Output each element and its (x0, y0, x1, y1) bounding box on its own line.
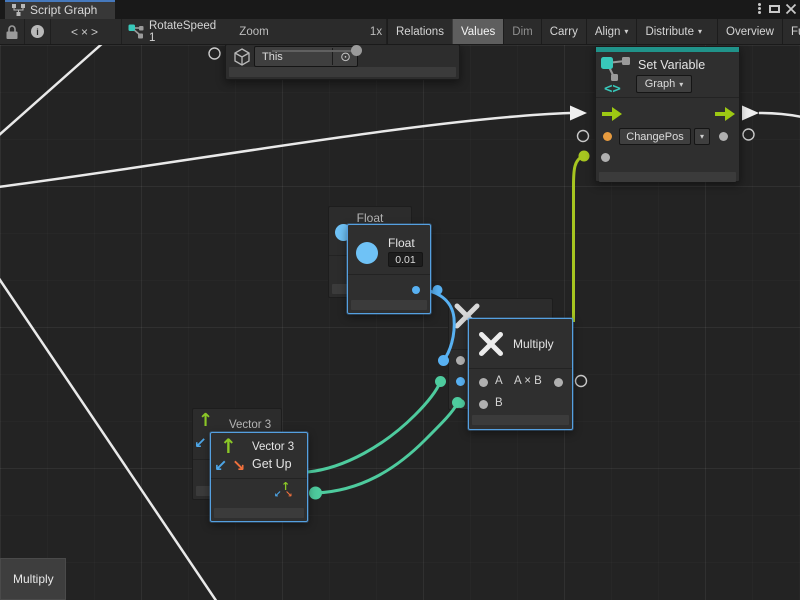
node-title: Vector 3 (229, 419, 271, 431)
breadcrumb[interactable]: RotateSpeed 1 (149, 19, 219, 44)
node-title: Float (388, 236, 415, 250)
set-variable-node[interactable]: <> Set Variable Graph ▾ ChangePos ▾ (595, 46, 740, 182)
input-port-a[interactable] (479, 378, 488, 387)
control-out-arrow[interactable] (715, 107, 735, 121)
node-accent-strip (596, 47, 739, 52)
overview-button[interactable]: Overview (717, 19, 782, 44)
input-port-b[interactable] (479, 400, 488, 409)
multiply-tooltip: Multiply (0, 558, 66, 600)
arrow-up-icon: ↑ (198, 412, 213, 430)
control-in-arrow[interactable] (602, 107, 622, 121)
fullscreen-button[interactable]: Full Screen (782, 19, 800, 44)
script-machine-icon (128, 24, 144, 40)
align-dropdown[interactable]: Align ▾ (586, 19, 637, 44)
info-icon: i (31, 25, 44, 38)
tab-bar: Script Graph (0, 0, 800, 19)
variable-output-port[interactable] (719, 132, 728, 141)
set-variable-icon: <> (601, 55, 633, 95)
port-label-a: A (495, 375, 503, 387)
info-button[interactable]: i (25, 19, 50, 44)
close-icon[interactable] (785, 3, 797, 15)
node-footer (214, 508, 304, 518)
relations-button[interactable]: Relations (387, 19, 452, 44)
arrow-up-icon: ↑ (220, 436, 237, 456)
zoom-slider-handle[interactable] (351, 45, 362, 56)
node-footer (229, 67, 456, 77)
variable-name-port[interactable] (603, 132, 612, 141)
distribute-dropdown[interactable]: Distribute ▾ (636, 19, 710, 44)
node-title: Set Variable (638, 58, 705, 72)
variable-name: ChangePos (626, 131, 684, 143)
graph-icon (12, 4, 25, 16)
variable-scope-dropdown[interactable]: Graph ▾ (636, 75, 692, 93)
node-footer (599, 172, 736, 182)
arrow-down-right-icon: ↘ (232, 458, 245, 474)
node-footer (472, 415, 569, 425)
cube-icon (233, 48, 251, 66)
this-field-value: This (262, 51, 283, 63)
multiply-node[interactable]: Multiply A A × B B (468, 318, 573, 430)
divider (469, 368, 572, 369)
input-port-a[interactable] (456, 356, 465, 365)
input-port-connected-vector[interactable] (456, 399, 465, 408)
node-subtitle: Get Up (252, 457, 292, 471)
toolbar-separator (121, 19, 122, 44)
divider (348, 274, 430, 275)
lock-icon (5, 24, 19, 40)
chevron-down-icon: ▾ (700, 132, 704, 141)
output-port[interactable] (554, 378, 563, 387)
float-value: 0.01 (395, 254, 415, 266)
divider (596, 97, 739, 98)
tab-label: Script Graph (30, 3, 97, 17)
vector3-get-up-node[interactable]: ↑ ↙ ↘ Vector 3 Get Up ↑ ↙ ↘ (210, 432, 308, 522)
divider (211, 478, 307, 479)
mini-arrow-down-left-icon: ↙ (274, 491, 282, 500)
node-footer (351, 300, 427, 310)
tab-script-graph[interactable]: Script Graph (5, 0, 115, 19)
chevron-down-icon: ▾ (624, 27, 628, 36)
kebab-menu-icon[interactable] (753, 2, 765, 17)
tooltip-label: Multiply (13, 572, 54, 586)
target-picker-icon[interactable]: ⊙ (340, 50, 351, 65)
dim-button[interactable]: Dim (503, 19, 540, 44)
graph-toolbar: i <×> RotateSpeed 1 Zoom 1x Relations Va… (0, 19, 800, 45)
mini-arrow-down-right-icon: ↘ (285, 491, 293, 500)
node-title: Vector 3 (252, 441, 294, 453)
port-label-b: B (495, 397, 503, 409)
float-value-field[interactable]: 0.01 (388, 252, 423, 267)
float-output-port[interactable] (412, 286, 420, 294)
multiply-x-icon (478, 331, 504, 357)
variable-name-field[interactable]: ChangePos (619, 128, 691, 145)
input-port-connected-float[interactable] (456, 377, 465, 386)
arrow-down-left-icon: ↙ (214, 458, 227, 474)
maximize-icon[interactable] (769, 5, 780, 13)
node-title: Multiply (513, 337, 554, 351)
carry-button[interactable]: Carry (541, 19, 586, 44)
lock-button[interactable] (0, 19, 24, 44)
code-view-button[interactable]: <×> (51, 19, 121, 44)
float-icon (356, 242, 378, 264)
toolbar-button-group: Relations Values Dim Carry Align ▾ Distr… (387, 19, 800, 44)
zoom-label: Zoom (238, 19, 270, 44)
chevron-down-icon: ▾ (698, 27, 702, 36)
scope-label: Graph (645, 78, 676, 90)
values-button[interactable]: Values (452, 19, 503, 44)
svg-text:<>: <> (604, 81, 621, 95)
float-node[interactable]: Float 0.01 (347, 224, 431, 314)
node-title: Float (329, 211, 411, 225)
zoom-value: 1x (366, 19, 386, 44)
value-input-port[interactable] (601, 153, 610, 162)
chevron-down-icon: ▾ (679, 80, 683, 89)
tab-accent (5, 0, 115, 2)
variable-name-dropdown-button[interactable]: ▾ (694, 128, 710, 145)
zoom-slider-track[interactable] (272, 50, 352, 52)
port-label-out: A × B (514, 375, 542, 387)
arrow-down-left-icon: ↙ (194, 436, 207, 451)
distribute-label: Distribute (645, 26, 694, 38)
align-label: Align (595, 26, 621, 38)
